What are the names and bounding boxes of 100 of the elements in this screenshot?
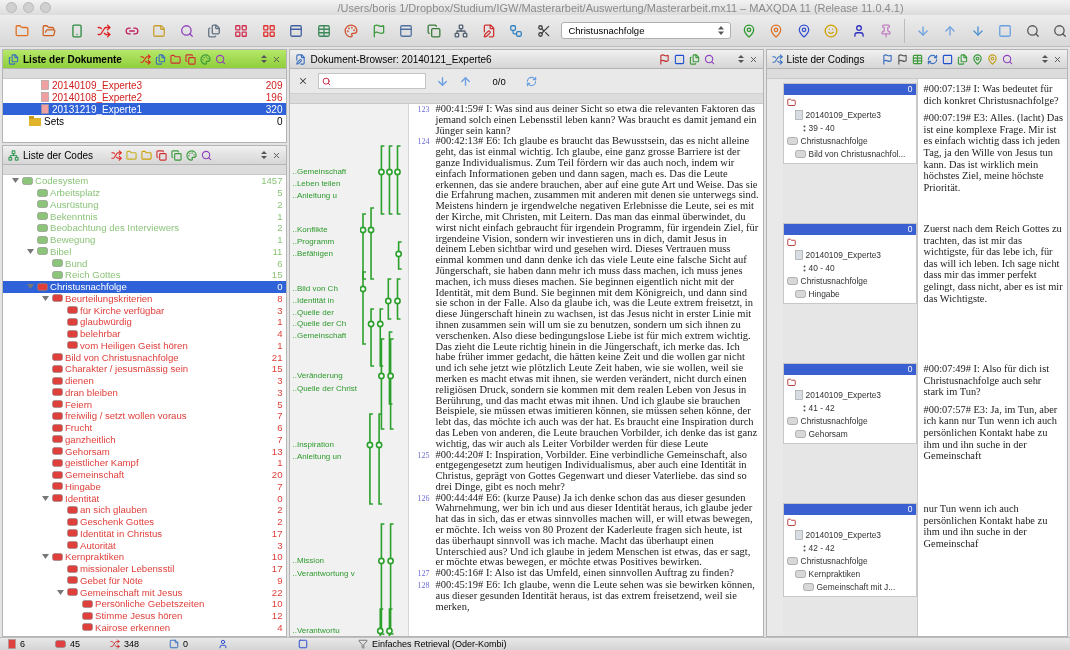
margin-code-label[interactable]: ..Leben teilen xyxy=(292,179,341,189)
margin-code-label[interactable]: ..Bild von Ch xyxy=(292,284,338,294)
code-icon xyxy=(786,277,798,285)
document-item[interactable]: 20140109_Experte3 209 xyxy=(3,79,287,91)
expanded-triangle-icon[interactable] xyxy=(57,588,64,596)
search-icon[interactable] xyxy=(703,53,715,65)
margin-code-label[interactable]: ..Verantwortung v xyxy=(292,569,355,579)
files-icon[interactable] xyxy=(957,53,969,65)
collapse-icon[interactable] xyxy=(260,151,269,159)
code-tree-item[interactable]: ganzheitlich 7 xyxy=(3,433,287,446)
code-tree-item[interactable]: Kairose erkennen 4 xyxy=(3,621,287,634)
margin-code-label[interactable]: ..Programm xyxy=(292,237,335,247)
coding-card[interactable]: 0 20140109_Experte3 41 - 42 Christusnachfolge Gehorsam xyxy=(782,363,917,444)
coding-card[interactable]: 0 20140109_Experte3 42 - 42 Christusnachfolge Kernpraktiken Gemeinschaft mit J... xyxy=(782,503,917,597)
code-tree-item[interactable]: Identität in Christus 17 xyxy=(3,527,287,540)
margin-code-label[interactable]: ..Veränderung xyxy=(292,371,343,381)
code-tree-item[interactable]: vom Heiligen Geist hören 1 xyxy=(3,339,287,352)
code-tree-item[interactable]: Stimme Jesus hören 12 xyxy=(3,609,287,622)
expanded-triangle-icon[interactable] xyxy=(42,494,49,502)
flag-icon[interactable] xyxy=(658,53,670,65)
close-icon[interactable] xyxy=(298,76,309,86)
margin-code-label[interactable]: ..Befähigen xyxy=(292,249,333,259)
table-icon[interactable] xyxy=(912,53,924,65)
document-item[interactable]: 20131219_Experte1 320 xyxy=(3,103,287,115)
pin-icon[interactable] xyxy=(972,53,984,65)
code-tree-item[interactable]: Gehorsam 13 xyxy=(3,445,287,457)
collapse-icon[interactable] xyxy=(736,55,745,63)
search-icon[interactable] xyxy=(1002,53,1014,65)
coding-card[interactable]: 0 20140109_Experte3 40 - 40 Christusnachfolge Hingabe xyxy=(782,223,917,304)
arrow-down-icon[interactable] xyxy=(436,74,450,88)
code-tree-item[interactable]: Geschenk Gottes 2 xyxy=(3,515,287,528)
code-tree-item[interactable]: an sich glauben 2 xyxy=(3,504,287,516)
palette-icon[interactable] xyxy=(186,149,198,161)
code-tree-item[interactable]: freiwilig / setzt wollen voraus 7 xyxy=(3,410,287,422)
code-tree-item[interactable]: Feiern 5 xyxy=(3,398,287,410)
document-item[interactable]: Sets 0 xyxy=(3,115,287,127)
files-icon[interactable] xyxy=(688,53,700,65)
collapse-icon[interactable] xyxy=(260,55,269,63)
code-tree-item[interactable]: missionaler Lebensstil 17 xyxy=(3,562,287,575)
expanded-triangle-icon[interactable] xyxy=(27,247,34,255)
margin-code-label[interactable]: ..Inspiration xyxy=(292,440,334,450)
code-tree-item[interactable]: glaubwürdig 1 xyxy=(3,316,287,328)
code-tree-item[interactable]: Beurteilungskriterien 8 xyxy=(3,292,287,305)
expanded-triangle-icon[interactable] xyxy=(42,553,49,561)
code-tree-item[interactable]: Gebet für Nöte 9 xyxy=(3,574,287,587)
code-tree-item[interactable]: für Kirche verfügbar 3 xyxy=(3,304,287,316)
margin-code-label[interactable]: ..Mission xyxy=(292,556,325,566)
margin-code-label[interactable]: ..Verantwortu xyxy=(292,626,340,636)
code-tree-item[interactable]: Hingabe 7 xyxy=(3,480,287,493)
expanded-triangle-icon[interactable] xyxy=(42,294,49,302)
code-tree-item[interactable]: belehrbar 4 xyxy=(3,327,287,340)
palette-icon[interactable] xyxy=(199,53,211,65)
copy-icon[interactable] xyxy=(156,149,168,161)
flag-icon[interactable] xyxy=(882,53,894,65)
close-icon[interactable] xyxy=(272,150,282,160)
code-tree-item[interactable]: Gemeinschaft 20 xyxy=(3,468,287,481)
code-tree-item[interactable]: dienen 3 xyxy=(3,374,287,387)
close-icon[interactable] xyxy=(1053,54,1062,64)
document-item[interactable]: 20140108_Experte2 196 xyxy=(3,91,287,103)
square-icon[interactable] xyxy=(673,53,685,65)
code-tree-item[interactable]: Christusnachfolge 0 xyxy=(3,280,287,293)
folder-icon[interactable] xyxy=(169,53,181,65)
code-tree-item[interactable]: Kernpraktiken 10 xyxy=(3,551,287,563)
coding-card[interactable]: 0 20140109_Experte3 39 - 40 Christusnachfolge Bild von Christusnachfol... xyxy=(782,83,917,164)
search-field[interactable] xyxy=(318,73,427,89)
copy-icon[interactable] xyxy=(184,53,196,65)
copy-icon[interactable] xyxy=(171,149,183,161)
margin-code-label[interactable]: ..Anleitung u xyxy=(292,191,337,201)
refresh-icon[interactable] xyxy=(525,75,537,87)
close-icon[interactable] xyxy=(748,54,758,64)
margin-code-label[interactable]: ..Gemeinschaft xyxy=(292,167,347,177)
margin-code-label[interactable]: ..Quelle der Christ xyxy=(292,384,357,394)
margin-code-label[interactable]: ..Anleitung un xyxy=(292,452,342,462)
code-tree-item[interactable]: dran bleiben 3 xyxy=(3,386,287,399)
refresh-icon[interactable] xyxy=(927,53,939,65)
close-icon[interactable] xyxy=(272,54,282,64)
code-tree-item[interactable]: Frucht 6 xyxy=(3,421,287,434)
margin-code-label[interactable]: ..Gemeinschaft xyxy=(292,331,347,341)
code-tree-item[interactable]: Autorität 3 xyxy=(3,539,287,551)
code-dropdown[interactable]: Christusnachfolge xyxy=(561,22,732,39)
code-tree-item[interactable]: Charakter / jesusmässig sein 15 xyxy=(3,363,287,375)
code-tree-item[interactable]: Persönliche Gebetszeiten 10 xyxy=(3,598,287,610)
code-tree-item[interactable]: geistlicher Kampf 1 xyxy=(3,457,287,469)
shuffle-icon[interactable] xyxy=(139,53,151,65)
margin-code-label[interactable]: ..Konflikte xyxy=(292,225,328,235)
code-tree-item[interactable]: Gemeinschaft mit Jesus 22 xyxy=(3,586,287,598)
margin-code-label[interactable]: ..Quelle der Ch xyxy=(292,319,347,329)
code-tree-item[interactable]: Identität 0 xyxy=(3,492,287,504)
arrow-up-icon[interactable] xyxy=(459,74,473,88)
collapse-icon[interactable] xyxy=(1041,55,1049,63)
files-icon[interactable] xyxy=(154,53,166,65)
search-icon[interactable] xyxy=(201,149,213,161)
flag-icon[interactable] xyxy=(897,53,909,65)
square-icon[interactable] xyxy=(942,53,954,65)
shuffle-icon[interactable] xyxy=(111,149,123,161)
margin-code-label[interactable]: ..Identität in xyxy=(292,296,334,306)
margin-code-label[interactable]: ..Quelle der xyxy=(292,308,334,318)
expanded-triangle-icon[interactable] xyxy=(12,177,19,185)
search-icon[interactable] xyxy=(214,53,226,65)
code-tree-item[interactable]: Bild von Christusnachfolge 21 xyxy=(3,351,287,363)
